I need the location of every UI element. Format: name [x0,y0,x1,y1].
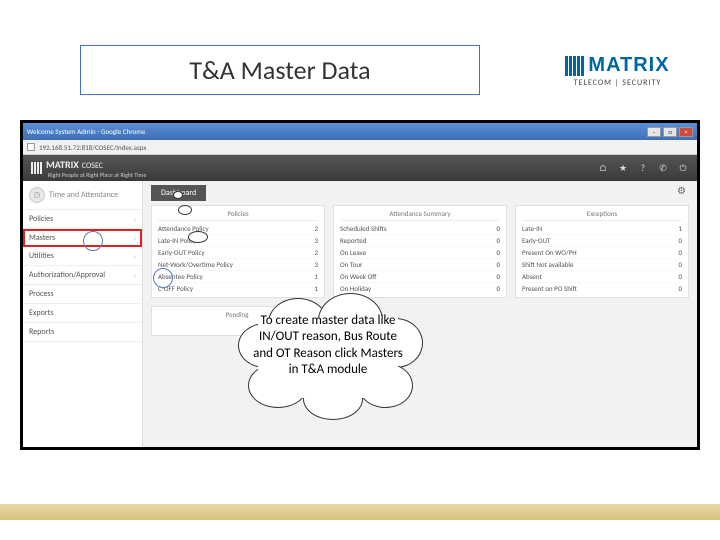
chevron-right-icon: › [134,252,136,261]
sidebar-item-authorization[interactable]: Authorization/Approval › [23,266,142,285]
window-close-button[interactable]: × [679,127,693,137]
slide-title: T&A Master Data [189,54,370,86]
sidebar-module-title: Time and Attendance [49,191,118,200]
card-row: Reported0 [340,235,500,247]
phone-icon[interactable]: ✆ [657,162,669,174]
sidebar-item-label: Utilities [29,251,54,261]
exceptions-card: Exceptions Late-IN1 Early-OUT0 Present O… [515,205,689,298]
sidebar-item-label: Process [29,289,54,299]
sidebar-item-exports[interactable]: Exports [23,304,142,323]
browser-url: 192.168.51.72:818/COSEC/Index.aspx [39,143,146,152]
attendance-summary-card: Attendance Summary Scheduled Shifts0 Rep… [333,205,507,298]
window-maximize-button[interactable]: □ [663,127,677,137]
sidebar-item-utilities[interactable]: Utilities › [23,247,142,266]
card-row: Net-Work/Overtime Policy3 [158,259,318,271]
clock-icon: ◷ [29,187,45,203]
card-title: Exceptions [522,209,682,221]
chevron-right-icon: › [134,215,136,224]
instruction-callout: To create master data like IN/OUT reason… [228,293,428,423]
star-icon[interactable]: ★ [617,162,629,174]
sidebar-module-header: ◷ Time and Attendance [23,181,142,210]
card-row: On Leave0 [340,247,500,259]
app-product: COSEC [82,161,103,171]
app-brand: MATRIX [46,158,79,171]
app-header: MATRIX COSEC Right People at Right Place… [23,155,697,181]
card-row: Scheduled Shifts0 [340,223,500,235]
browser-address-bar[interactable]: 192.168.51.72:818/COSEC/Index.aspx [23,140,697,155]
matrix-tagline: TELECOM | SECURITY [574,78,662,88]
callout-pointer-icon [178,205,192,215]
sidebar-item-label: Exports [29,308,53,318]
policies-card: Policies Attendance Policy2 Late-IN Poli… [151,205,325,298]
browser-titlebar: Welcome System Admin - Google Chrome – □… [23,123,697,140]
sidebar-item-process[interactable]: Process [23,285,142,304]
callout-pointer-icon [173,191,183,199]
power-icon[interactable]: ⏻ [677,162,689,174]
matrix-logo: MATRIX TELECOM | SECURITY [545,45,690,97]
home-icon[interactable]: ⌂ [597,162,609,174]
sidebar-item-label: Masters [29,233,55,243]
sidebar-item-label: Reports [29,327,54,337]
sidebar-item-label: Policies [29,214,53,224]
card-row: Early-OUT0 [522,235,682,247]
chevron-right-icon: › [134,271,136,280]
matrix-stripes-icon [565,56,584,76]
screenshot-frame: Welcome System Admin - Google Chrome – □… [20,120,700,450]
sidebar-item-label: Authorization/Approval [29,270,105,280]
card-row: Present on PO Shift0 [522,283,682,294]
app-brand-logo-icon [31,162,42,174]
window-minimize-button[interactable]: – [647,127,661,137]
card-row: On Tour0 [340,259,500,271]
gear-icon[interactable]: ⚙ [674,181,689,200]
app-tagline: Right People at Right Place at Right Tim… [48,171,146,179]
callout-pointer-icon [188,231,208,243]
card-row: Absentee Policy1 [158,271,318,283]
card-row: Attendance Policy2 [158,223,318,235]
sidebar-item-policies[interactable]: Policies › [23,210,142,229]
matrix-brand-text: MATRIX [588,54,669,77]
help-icon[interactable]: ? [637,162,649,174]
card-row: Late-IN Policy3 [158,235,318,247]
slide-footer-stripe [0,504,720,520]
card-row: Early-OUT Policy2 [158,247,318,259]
card-row: Late-IN1 [522,223,682,235]
browser-tab-title: Welcome System Admin - Google Chrome [27,127,145,136]
page-icon [27,143,35,151]
callout-circle-icon [83,231,103,251]
sidebar-item-reports[interactable]: Reports [23,323,142,342]
sidebar: ◷ Time and Attendance Policies › Masters… [23,181,143,447]
card-title: Attendance Summary [340,209,500,221]
card-row: Absent0 [522,271,682,283]
callout-text: To create master data like IN/OUT reason… [253,313,403,378]
card-row: Shift Not available0 [522,259,682,271]
chevron-right-icon: › [134,234,136,243]
slide-title-box: T&A Master Data [80,45,480,95]
card-row: On Week Off0 [340,271,500,283]
callout-circle-icon [153,268,173,288]
card-row: Present On WO/PH0 [522,247,682,259]
